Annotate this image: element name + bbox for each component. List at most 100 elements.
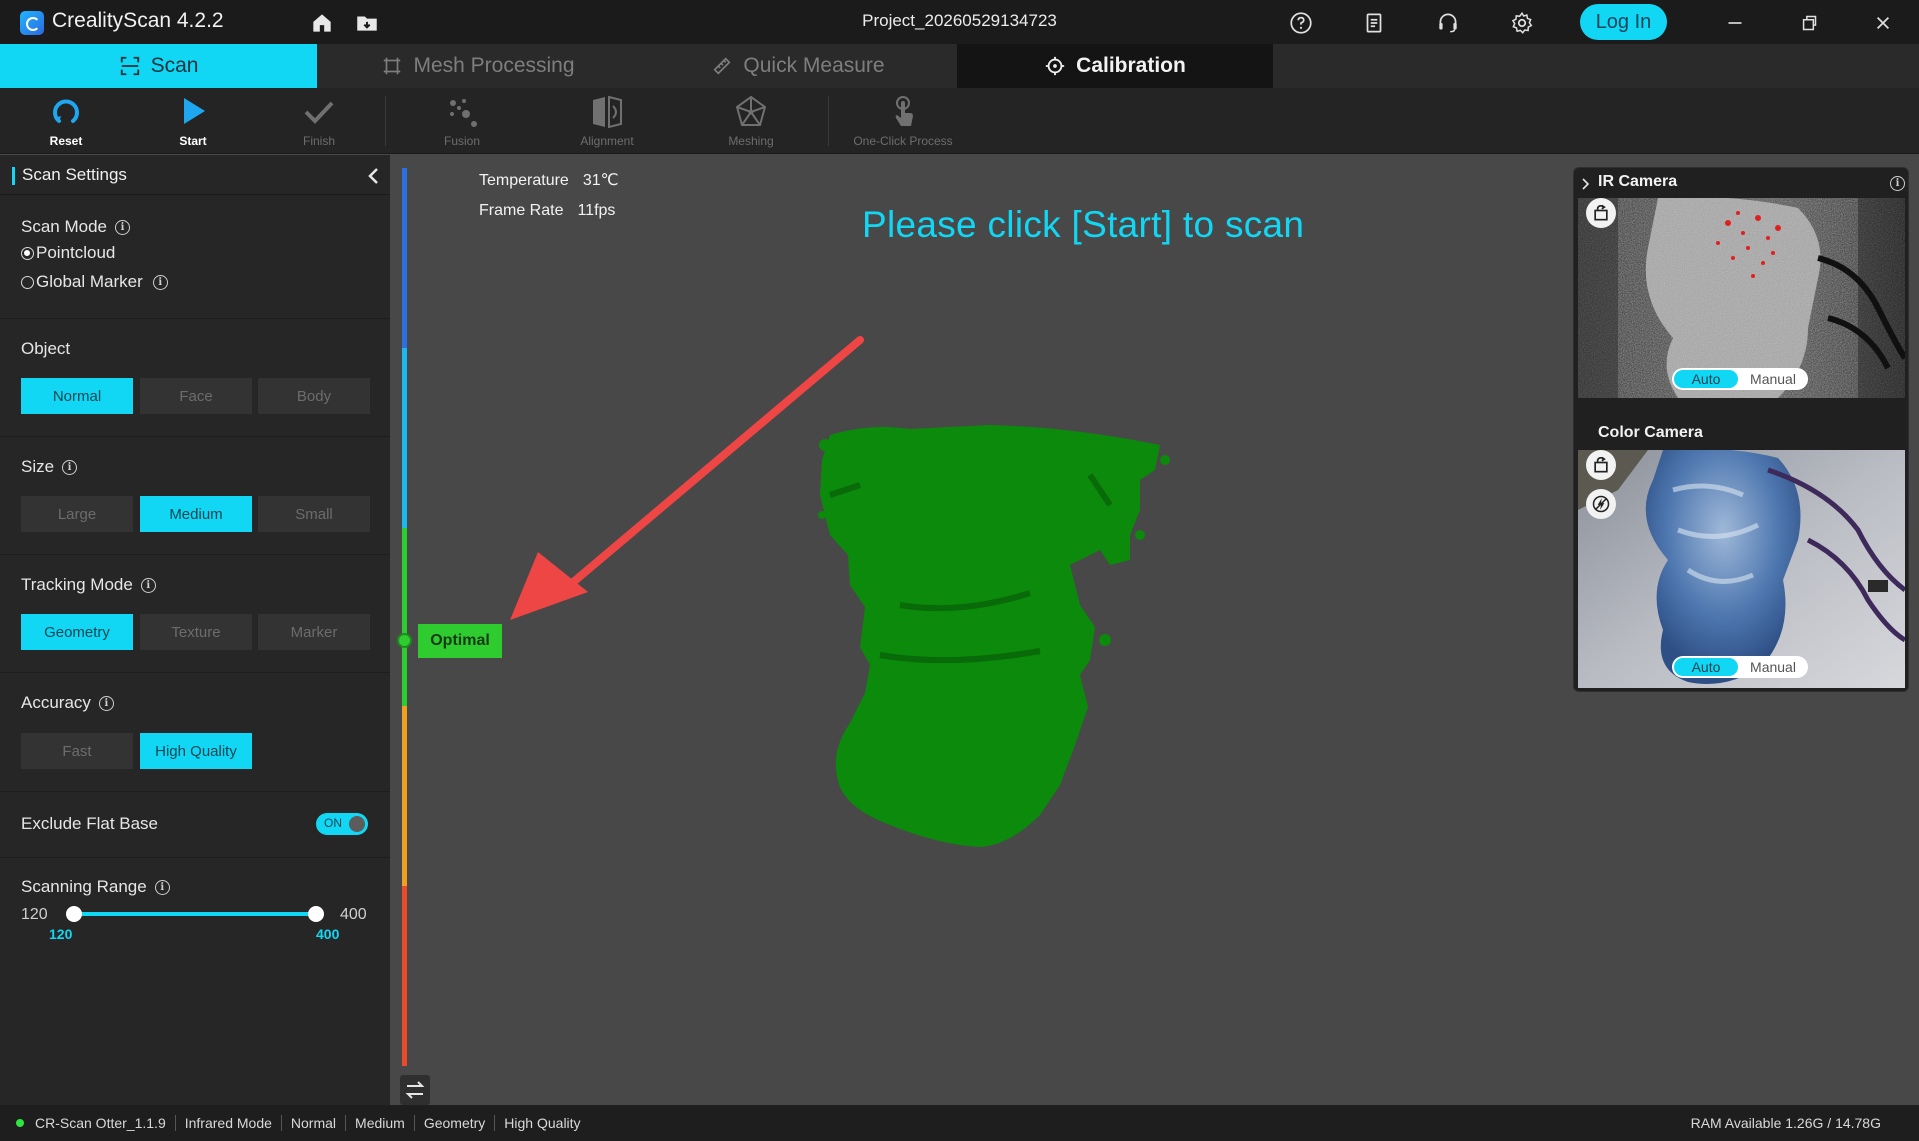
- scan-hint: Please click [Start] to scan: [862, 204, 1305, 245]
- flash-off-icon: [1592, 495, 1610, 513]
- size-label: Size i: [21, 457, 78, 477]
- section-divider: [0, 554, 390, 555]
- scan-mode-label: Scan Mode i: [21, 217, 130, 237]
- section-divider: [0, 791, 390, 792]
- section-divider: [0, 857, 390, 858]
- color-auto-option[interactable]: Auto: [1674, 658, 1738, 676]
- distance-bar-too-far: [402, 886, 407, 1066]
- project-title: Project_20260529134723: [862, 11, 1057, 30]
- tab-quick-measure[interactable]: Quick Measure: [639, 44, 957, 88]
- info-icon[interactable]: i: [154, 879, 170, 895]
- size-medium-button[interactable]: Medium: [140, 496, 252, 532]
- color-rotate-view-button[interactable]: [1586, 450, 1616, 480]
- info-icon[interactable]: i: [62, 459, 78, 475]
- info-icon[interactable]: i: [1890, 176, 1905, 191]
- toolbar-separator: [828, 96, 829, 146]
- range-high-value: 400: [316, 926, 340, 942]
- distance-bar-close: [402, 348, 407, 528]
- ir-rotate-view-button[interactable]: [1586, 198, 1616, 228]
- radio-unchecked-icon: [21, 275, 34, 289]
- object-face-button[interactable]: Face: [140, 378, 252, 414]
- accuracy-fast-button[interactable]: Fast: [21, 733, 133, 769]
- object-normal-button[interactable]: Normal: [21, 378, 133, 414]
- distance-bar-optimal: [402, 528, 407, 706]
- panel-header: Scan Settings: [0, 155, 390, 195]
- distance-marker: [397, 633, 412, 648]
- flash-off-button[interactable]: [1586, 489, 1616, 519]
- exclude-flat-base-toggle[interactable]: ON: [316, 813, 368, 835]
- notes-icon[interactable]: [1361, 10, 1387, 36]
- object-body-button[interactable]: Body: [258, 378, 370, 414]
- range-max-label: 400: [340, 906, 367, 923]
- radio-global-marker[interactable]: Global Marker i: [21, 272, 168, 292]
- tab-mesh-processing-label: Mesh Processing: [413, 54, 575, 77]
- scanning-range-slider[interactable]: [73, 912, 316, 916]
- status-bar: CR-Scan Otter_1.1.9 Infrared Mode Normal…: [0, 1105, 1919, 1141]
- alignment-icon: [589, 94, 625, 130]
- collapse-panel-icon[interactable]: [362, 165, 386, 187]
- checkmark-icon: [301, 94, 337, 130]
- accuracy-high-quality-button[interactable]: High Quality: [140, 733, 252, 769]
- frame-rate-readout: Frame Rate 11fps: [479, 202, 616, 219]
- swap-icon: [405, 1081, 425, 1099]
- tracking-geometry-button[interactable]: Geometry: [21, 614, 133, 650]
- radio-pointcloud[interactable]: Pointcloud: [21, 243, 115, 263]
- size-large-button[interactable]: Large: [21, 496, 133, 532]
- color-manual-option[interactable]: Manual: [1738, 659, 1808, 675]
- color-camera-feed: [1578, 450, 1905, 688]
- tab-calibration[interactable]: Calibration: [957, 44, 1273, 88]
- reset-button[interactable]: Reset: [6, 88, 126, 154]
- range-low-value: 120: [49, 926, 73, 942]
- home-icon[interactable]: [309, 10, 335, 36]
- distance-bar-too-close: [402, 168, 407, 348]
- tracking-mode-label: Tracking Mode i: [21, 575, 156, 595]
- info-icon[interactable]: i: [140, 577, 156, 593]
- one-click-process-button[interactable]: One-Click Process: [843, 88, 963, 154]
- color-camera-title: Color Camera: [1598, 424, 1703, 441]
- expand-chevron-icon[interactable]: [1580, 176, 1592, 192]
- minimize-icon[interactable]: [1722, 10, 1748, 36]
- status-items: CR-Scan Otter_1.1.9 Infrared Mode Normal…: [35, 1115, 590, 1131]
- app-logo-icon: [20, 11, 44, 35]
- header-accent-bar: [12, 167, 15, 185]
- tracking-texture-button[interactable]: Texture: [140, 614, 252, 650]
- ir-auto-option[interactable]: Auto: [1674, 370, 1738, 388]
- meshing-icon: [733, 94, 769, 130]
- status-accuracy: High Quality: [494, 1115, 589, 1131]
- folder-icon[interactable]: [354, 10, 380, 36]
- login-button[interactable]: Log In: [1580, 4, 1667, 40]
- scan-toolbar: Reset Start Finish Fusion Alignment Mesh…: [0, 88, 1919, 154]
- fusion-button[interactable]: Fusion: [402, 88, 522, 154]
- tracking-marker-button[interactable]: Marker: [258, 614, 370, 650]
- size-small-button[interactable]: Small: [258, 496, 370, 532]
- scan-frame-icon: [120, 56, 139, 76]
- range-high-handle[interactable]: [308, 906, 324, 922]
- info-icon[interactable]: i: [115, 219, 130, 235]
- play-icon: [175, 94, 211, 130]
- rotate-view-icon: [1594, 204, 1608, 221]
- toggle-knob: [349, 816, 365, 832]
- radio-checked-icon: [21, 246, 34, 260]
- ir-camera-title: IR Camera: [1598, 173, 1678, 190]
- range-low-handle[interactable]: [66, 906, 82, 922]
- swap-view-button[interactable]: [400, 1075, 430, 1105]
- ruler-icon: [713, 57, 731, 75]
- restore-icon[interactable]: [1796, 10, 1822, 36]
- info-icon[interactable]: i: [152, 274, 168, 290]
- finish-button[interactable]: Finish: [259, 88, 379, 154]
- color-exposure-switch[interactable]: Auto Manual: [1672, 656, 1808, 678]
- alignment-button[interactable]: Alignment: [547, 88, 667, 154]
- support-headset-icon[interactable]: [1435, 10, 1461, 36]
- tab-scan[interactable]: Scan: [0, 44, 317, 88]
- ir-manual-option[interactable]: Manual: [1738, 371, 1808, 387]
- close-icon[interactable]: [1870, 10, 1896, 36]
- info-icon[interactable]: i: [98, 695, 114, 711]
- title-bar: CrealityScan 4.2.2 Project_2026052913472…: [0, 0, 1919, 44]
- section-divider: [0, 436, 390, 437]
- start-button[interactable]: Start: [133, 88, 253, 154]
- meshing-button[interactable]: Meshing: [691, 88, 811, 154]
- ir-exposure-switch[interactable]: Auto Manual: [1672, 368, 1808, 390]
- help-icon[interactable]: [1288, 10, 1314, 36]
- tab-mesh-processing[interactable]: Mesh Processing: [317, 44, 639, 88]
- settings-gear-icon[interactable]: [1509, 10, 1535, 36]
